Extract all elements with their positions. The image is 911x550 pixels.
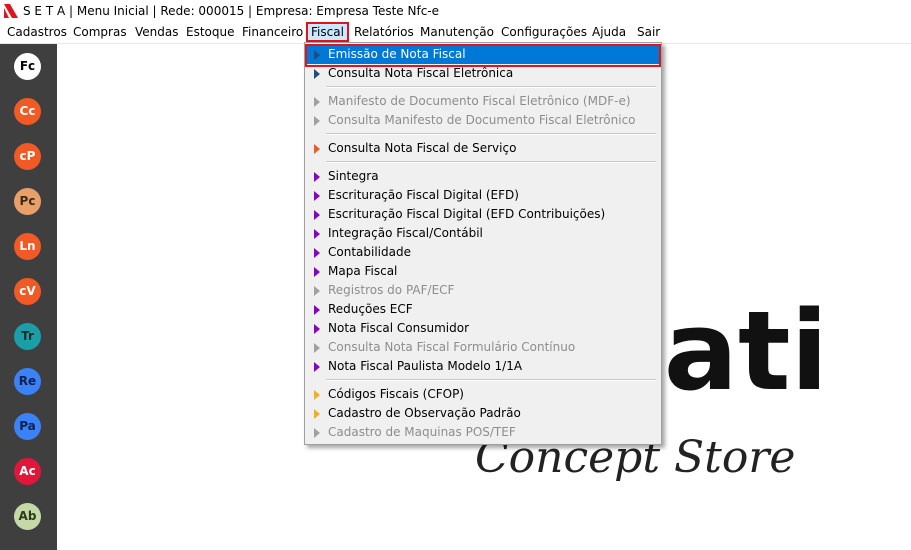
shortcut-ab[interactable]: Ab: [14, 503, 41, 530]
shortcut-re[interactable]: Re: [14, 368, 41, 395]
window-title: S E T A | Menu Inicial | Rede: 000015 | …: [23, 4, 440, 18]
fiscal-menu-item[interactable]: Escrituração Fiscal Digital (EFD): [305, 186, 661, 205]
menu-relat-rios[interactable]: Relatórios: [354, 25, 414, 39]
fiscal-menu-item-label: Consulta Nota Fiscal Formulário Contínuo: [328, 340, 576, 354]
fiscal-menu-item[interactable]: Nota Fiscal Paulista Modelo 1/1A: [305, 357, 661, 376]
submenu-arrow-icon: [314, 286, 320, 296]
submenu-arrow-icon: [314, 191, 320, 201]
fiscal-menu-item[interactable]: Cadastro de Observação Padrão: [305, 404, 661, 423]
submenu-arrow-icon: [314, 428, 320, 438]
shortcut-fc[interactable]: Fc: [14, 53, 41, 80]
submenu-arrow-icon: [314, 409, 320, 419]
fiscal-menu-item[interactable]: Contabilidade: [305, 243, 661, 262]
fiscal-menu-item[interactable]: Consulta Nota Fiscal de Serviço: [305, 139, 661, 158]
shortcut-ac[interactable]: Ac: [14, 458, 41, 485]
menu-sair[interactable]: Sair: [637, 25, 660, 39]
menu-ajuda[interactable]: Ajuda: [592, 25, 626, 39]
fiscal-menu-item-label: Cadastro de Maquinas POS/TEF: [328, 425, 516, 439]
shortcut-ln[interactable]: Ln: [14, 233, 41, 260]
fiscal-menu-item-label: Nota Fiscal Paulista Modelo 1/1A: [328, 359, 523, 373]
fiscal-menu-item-label: Consulta Manifesto de Documento Fiscal E…: [328, 113, 636, 127]
fiscal-menu-item: Registros do PAF/ECF: [305, 281, 661, 300]
fiscal-menu-item-label: Manifesto de Documento Fiscal Eletrônico…: [328, 94, 631, 108]
fiscal-menu-item[interactable]: Reduções ECF: [305, 300, 661, 319]
fiscal-menu-item: Cadastro de Maquinas POS/TEF: [305, 423, 661, 442]
menu-cadastros[interactable]: Cadastros: [7, 25, 67, 39]
menu-vendas[interactable]: Vendas: [135, 25, 179, 39]
fiscal-menu-item[interactable]: Mapa Fiscal: [305, 262, 661, 281]
shortcut-pa[interactable]: Pa: [14, 413, 41, 440]
fiscal-menu-item-label: Consulta Nota Fiscal Eletrônica: [328, 66, 514, 80]
fiscal-dropdown-menu: Emissão de Nota Fiscal Consulta Nota Fisc…: [304, 42, 662, 445]
fiscal-menu-item-label: Contabilidade: [328, 245, 411, 259]
submenu-arrow-icon: [314, 210, 320, 220]
shortcut-cc[interactable]: Cc: [14, 98, 41, 125]
submenu-arrow-icon: [314, 305, 320, 315]
fiscal-menu-item-label: Escrituração Fiscal Digital (EFD): [328, 188, 519, 202]
fiscal-menu-item[interactable]: Sintegra: [305, 167, 661, 186]
fiscal-menu-item[interactable]: Escrituração Fiscal Digital (EFD Contrib…: [305, 205, 661, 224]
menu-separator: [326, 133, 656, 135]
fiscal-menu-item-label: Consulta Nota Fiscal de Serviço: [328, 141, 517, 155]
shortcut-cp[interactable]: cP: [14, 143, 41, 170]
shortcut-sidebar: Fc Cc cP Pc Ln cV Tr Re Pa Ac Ab: [0, 44, 57, 550]
submenu-arrow-icon: [314, 172, 320, 182]
fiscal-menu-item-label: Sintegra: [328, 169, 379, 183]
fiscal-menu-item-label: Registros do PAF/ECF: [328, 283, 455, 297]
submenu-arrow-icon: [314, 69, 320, 79]
submenu-arrow-icon: [314, 390, 320, 400]
fiscal-menu-item: Manifesto de Documento Fiscal Eletrônico…: [305, 92, 661, 111]
fiscal-menu-item-label: Cadastro de Observação Padrão: [328, 406, 521, 420]
menu-separator: [326, 86, 656, 88]
submenu-arrow-icon: [314, 116, 320, 126]
menu-fiscal[interactable]: Fiscal: [306, 22, 349, 42]
app-logo-icon: [4, 4, 18, 18]
fiscal-menu-item[interactable]: Integração Fiscal/Contábil: [305, 224, 661, 243]
submenu-arrow-icon: [314, 324, 320, 334]
fiscal-menu-item: Consulta Nota Fiscal Formulário Contínuo: [305, 338, 661, 357]
shortcut-pc[interactable]: Pc: [14, 188, 41, 215]
fiscal-menu-item-label: Códigos Fiscais (CFOP): [328, 387, 464, 401]
submenu-arrow-icon: [314, 248, 320, 258]
fiscal-menu-item[interactable]: Nota Fiscal Consumidor: [305, 319, 661, 338]
fiscal-menu-item-label: Integração Fiscal/Contábil: [328, 226, 483, 240]
submenu-arrow-icon: [314, 362, 320, 372]
fiscal-menu-item: Consulta Manifesto de Documento Fiscal E…: [305, 111, 661, 130]
menu-bar: Cadastros Compras Vendas Estoque Financeiro F…: [0, 22, 911, 44]
menu-estoque[interactable]: Estoque: [186, 25, 235, 39]
submenu-arrow-icon: [314, 144, 320, 154]
menu-financeiro[interactable]: Financeiro: [242, 25, 303, 39]
menu-manuten-o[interactable]: Manutenção: [420, 25, 494, 39]
menu-separator: [326, 379, 656, 381]
menu-separator: [326, 161, 656, 163]
fiscal-menu-item-label: Escrituração Fiscal Digital (EFD Contrib…: [328, 207, 606, 221]
shortcut-cv[interactable]: cV: [14, 278, 41, 305]
submenu-arrow-icon: [314, 267, 320, 277]
fiscal-menu-item-label: Reduções ECF: [328, 302, 413, 316]
menu-configura-es[interactable]: Configurações: [501, 25, 587, 39]
selected-item-highlight: [305, 44, 661, 67]
submenu-arrow-icon: [314, 229, 320, 239]
submenu-arrow-icon: [314, 97, 320, 107]
menu-compras[interactable]: Compras: [73, 25, 127, 39]
submenu-arrow-icon: [314, 343, 320, 353]
title-bar: S E T A | Menu Inicial | Rede: 000015 | …: [0, 0, 911, 22]
shortcut-tr[interactable]: Tr: [14, 323, 41, 350]
fiscal-menu-item-label: Nota Fiscal Consumidor: [328, 321, 470, 335]
fiscal-menu-item[interactable]: Códigos Fiscais (CFOP): [305, 385, 661, 404]
fiscal-menu-item-label: Mapa Fiscal: [328, 264, 398, 278]
